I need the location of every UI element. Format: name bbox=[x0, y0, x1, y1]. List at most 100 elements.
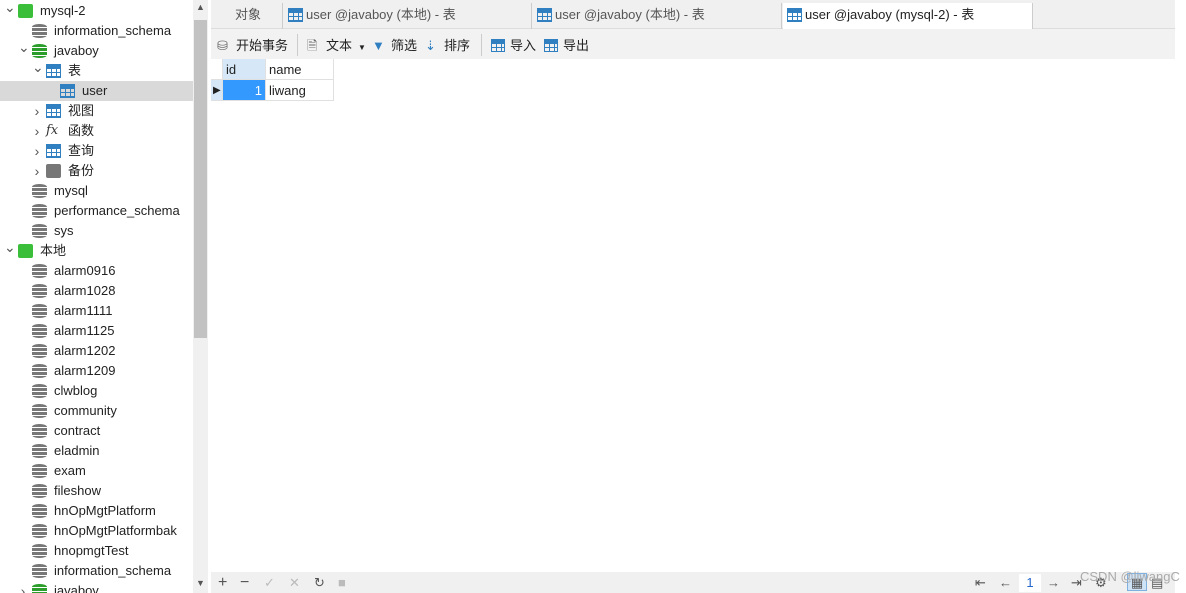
tree-item-label: performance_schema bbox=[54, 203, 180, 218]
divider bbox=[481, 34, 482, 56]
tree-item--[interactable]: › 备份 bbox=[0, 161, 193, 181]
cell-id[interactable]: 1 bbox=[223, 80, 266, 101]
import-button[interactable]: 导入 bbox=[491, 36, 536, 56]
tree-item-hnopmgtplatformbak[interactable]: hnOpMgtPlatformbak bbox=[0, 521, 193, 541]
object-tree[interactable]: ⌄ mysql-2 information_schema ⌄ javaboy ⌄ 表 user… bbox=[0, 0, 193, 593]
database-icon bbox=[32, 224, 47, 238]
current-row-indicator-icon[interactable]: ▶ bbox=[211, 80, 223, 101]
tree-item-javaboy[interactable]: › javaboy bbox=[0, 581, 193, 593]
tree-item-label: 表 bbox=[68, 63, 82, 78]
tree-item-clwblog[interactable]: clwblog bbox=[0, 381, 193, 401]
tree-item--[interactable]: › 查询 bbox=[0, 141, 193, 161]
previous-page-icon[interactable]: ← bbox=[999, 574, 1012, 591]
tab-objects[interactable]: 对象 bbox=[211, 3, 283, 29]
tree-item--[interactable]: › 视图 bbox=[0, 101, 193, 121]
tree-item-mysql[interactable]: mysql bbox=[0, 181, 193, 201]
database-icon bbox=[32, 284, 47, 298]
refresh-icon[interactable]: ↻ bbox=[314, 574, 325, 591]
tree-item-javaboy[interactable]: ⌄ javaboy bbox=[0, 39, 193, 61]
tree-item-label: alarm0916 bbox=[54, 263, 116, 278]
chevron-down-icon[interactable]: ⌄ bbox=[4, 237, 16, 257]
chevron-right-icon[interactable]: › bbox=[18, 581, 28, 593]
table-icon bbox=[787, 8, 802, 22]
tree-item-user[interactable]: user bbox=[0, 81, 193, 101]
cell-name[interactable]: liwang bbox=[266, 80, 334, 101]
tree-item-alarm1202[interactable]: alarm1202 bbox=[0, 341, 193, 361]
scrollbar-thumb[interactable] bbox=[194, 20, 207, 338]
column-header-id[interactable]: id bbox=[223, 59, 266, 80]
tree-item-label: hnOpMgtPlatform bbox=[54, 503, 156, 518]
apply-icon[interactable]: ✓ bbox=[264, 574, 275, 591]
text-button[interactable]: 🗎 文本 ▼ bbox=[307, 36, 366, 56]
connection-icon bbox=[18, 4, 33, 18]
tree-item-sys[interactable]: sys bbox=[0, 221, 193, 241]
tree-item-alarm1209[interactable]: alarm1209 bbox=[0, 361, 193, 381]
discard-icon[interactable]: ✕ bbox=[289, 574, 300, 591]
begin-transaction-button[interactable]: ⛁ 开始事务 bbox=[217, 36, 288, 56]
tree-item-information_schema[interactable]: information_schema bbox=[0, 21, 193, 41]
chevron-down-icon[interactable]: ⌄ bbox=[18, 37, 30, 57]
table-icon bbox=[537, 8, 552, 22]
tree-item-alarm1028[interactable]: alarm1028 bbox=[0, 281, 193, 301]
sort-button[interactable]: ⇣ 排序 bbox=[425, 36, 470, 56]
tree-item-label: alarm1028 bbox=[54, 283, 116, 298]
chevron-right-icon[interactable]: › bbox=[32, 121, 42, 141]
chevron-down-icon[interactable]: ⌄ bbox=[4, 0, 16, 17]
tab-user-javaboy-local-2[interactable]: user @javaboy (本地) - 表 bbox=[533, 3, 782, 29]
tree-item--[interactable]: ⌄ 本地 bbox=[0, 239, 193, 261]
tree-item-label: hnOpMgtPlatformbak bbox=[54, 523, 177, 538]
scroll-up-icon[interactable]: ▲ bbox=[193, 2, 208, 12]
chevron-right-icon[interactable]: › bbox=[32, 101, 42, 121]
tree-item--[interactable]: ⌄ 表 bbox=[0, 59, 193, 81]
tree-item-information_schema[interactable]: information_schema bbox=[0, 561, 193, 581]
watermark: CSDN @liwangC bbox=[1080, 569, 1180, 584]
tab-bar: 对象 user @javaboy (本地) - 表 user @javaboy … bbox=[211, 0, 1175, 29]
tree-item-alarm0916[interactable]: alarm0916 bbox=[0, 261, 193, 281]
tree-item-alarm1111[interactable]: alarm1111 bbox=[0, 301, 193, 321]
column-header-name[interactable]: name bbox=[266, 59, 334, 80]
tree-item-label: alarm1125 bbox=[54, 323, 115, 338]
data-grid[interactable]: id name ▶ 1 liwang bbox=[211, 59, 1175, 572]
tree-item-exam[interactable]: exam bbox=[0, 461, 193, 481]
tree-item-label: community bbox=[54, 403, 117, 418]
tree-item-label: eladmin bbox=[54, 443, 100, 458]
table-folder-icon bbox=[46, 64, 61, 78]
tree-item-alarm1125[interactable]: alarm1125 bbox=[0, 321, 193, 341]
tab-user-javaboy-local-1[interactable]: user @javaboy (本地) - 表 bbox=[284, 3, 532, 29]
tree-item-label: alarm1209 bbox=[54, 363, 116, 378]
tree-item-label: javaboy bbox=[54, 583, 99, 593]
add-record-icon[interactable]: + bbox=[218, 574, 227, 591]
tab-user-javaboy-mysql2[interactable]: user @javaboy (mysql-2) - 表 bbox=[783, 3, 1033, 29]
database-icon bbox=[32, 24, 47, 38]
tree-item-hnopmgtplatform[interactable]: hnOpMgtPlatform bbox=[0, 501, 193, 521]
chevron-right-icon[interactable]: › bbox=[32, 161, 42, 181]
function-icon: fx bbox=[46, 123, 59, 138]
delete-record-icon[interactable]: − bbox=[240, 574, 249, 591]
tree-item-fileshow[interactable]: fileshow bbox=[0, 481, 193, 501]
tree-item-label: 查询 bbox=[68, 143, 95, 158]
next-page-icon[interactable]: → bbox=[1047, 574, 1060, 591]
tree-item-label: 视图 bbox=[68, 103, 95, 118]
tree-item-hnopmgttest[interactable]: hnopmgtTest bbox=[0, 541, 193, 561]
tree-item-label: exam bbox=[54, 463, 86, 478]
scroll-down-icon[interactable]: ▼ bbox=[193, 578, 208, 588]
tree-item-label: fileshow bbox=[54, 483, 101, 498]
page-number-input[interactable]: 1 bbox=[1019, 574, 1041, 592]
tree-item-eladmin[interactable]: eladmin bbox=[0, 441, 193, 461]
tree-item-performance_schema[interactable]: performance_schema bbox=[0, 201, 193, 221]
first-page-icon[interactable]: ⇤ bbox=[975, 574, 986, 591]
tree-item--[interactable]: › fx 函数 bbox=[0, 121, 193, 141]
stop-icon[interactable]: ■ bbox=[338, 574, 346, 591]
chevron-right-icon[interactable]: › bbox=[32, 141, 42, 161]
filter-button[interactable]: ▼ 筛选 bbox=[372, 36, 417, 56]
tree-item-label: information_schema bbox=[54, 563, 172, 578]
tree-item-label: user bbox=[82, 83, 108, 98]
export-button[interactable]: 导出 bbox=[544, 36, 589, 56]
tree-item-label: 备份 bbox=[68, 163, 95, 178]
tree-item-mysql-2[interactable]: ⌄ mysql-2 bbox=[0, 0, 193, 21]
tree-item-label: sys bbox=[54, 223, 74, 238]
chevron-down-icon[interactable]: ⌄ bbox=[32, 57, 44, 77]
database-icon bbox=[32, 384, 47, 398]
tree-item-community[interactable]: community bbox=[0, 401, 193, 421]
tree-item-contract[interactable]: contract bbox=[0, 421, 193, 441]
